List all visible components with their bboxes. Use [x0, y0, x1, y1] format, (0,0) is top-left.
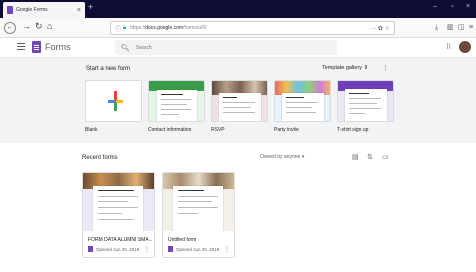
new-tab-button[interactable]: + [88, 3, 93, 12]
search-box[interactable]: 🔍︎ [115, 40, 337, 55]
tab-title: Google Forms [16, 7, 48, 13]
reload-icon[interactable]: ↻ [35, 22, 43, 31]
library-icon[interactable]: ▥ [447, 24, 454, 31]
url-bar[interactable]: ⓘ 🔒︎ https://docs.google.com/forms/u/0/ … [110, 21, 395, 35]
search-input[interactable] [135, 44, 316, 51]
minimize-icon[interactable]: – [433, 3, 437, 10]
sidebar-icon[interactable]: ◫ [458, 24, 465, 31]
url-text: https://docs.google.com/forms/u/0/ [130, 25, 207, 31]
template-blank[interactable] [85, 80, 142, 122]
close-tab-icon[interactable]: × [77, 7, 81, 14]
tab-bar: Google Forms × + – ▫ × [0, 0, 476, 18]
template-label: Blank [85, 127, 98, 133]
template-label: Contact information [148, 127, 192, 133]
template-label: Party invite [274, 127, 299, 133]
owner-filter-dropdown[interactable]: Owned by anyone ▾ [260, 154, 304, 160]
form-title: Untitled form [168, 237, 197, 243]
app-title[interactable]: Forms [45, 42, 71, 52]
recent-form-card[interactable]: FORM DATA ALUMNI SMA ... Opened Jun 25, … [82, 172, 155, 258]
opened-date: Opened Jun 25, 2019 [176, 246, 220, 252]
avatar[interactable] [459, 41, 471, 53]
plus-icon [108, 91, 123, 111]
back-icon[interactable]: ← [4, 22, 16, 34]
expand-icon: ⇕ [363, 65, 369, 71]
template-rsvp[interactable] [211, 80, 268, 122]
forms-icon [168, 246, 173, 252]
forward-icon[interactable]: → [22, 22, 31, 31]
template-section: Start a new form Template gallery ⇕ ⋮ Bl… [0, 58, 476, 143]
forms-icon [88, 246, 93, 252]
card-more-icon[interactable]: ⋮ [144, 246, 150, 253]
main-menu-icon[interactable] [17, 43, 25, 52]
forms-favicon-icon [7, 6, 13, 14]
folder-icon[interactable]: ▭ [382, 153, 389, 161]
search-icon[interactable]: 🔍︎ [121, 44, 130, 52]
form-title: FORM DATA ALUMNI SMA ... [88, 237, 152, 243]
browser-tab[interactable]: Google Forms × [3, 2, 85, 18]
lock-icon: 🔒︎ [123, 24, 127, 31]
downloads-icon[interactable]: ⤓ [435, 24, 438, 31]
form-thumbnail [83, 173, 154, 231]
maximize-icon[interactable]: ▫ [451, 3, 453, 10]
template-tshirt-signup[interactable] [337, 80, 394, 122]
templates-heading: Start a new form [86, 66, 131, 72]
card-more-icon[interactable]: ⋮ [224, 246, 230, 253]
opened-date: Opened Jun 25, 2019 [96, 246, 140, 252]
form-thumbnail [163, 173, 234, 231]
template-gallery-button[interactable]: Template gallery ⇕ [322, 65, 368, 71]
menu-icon[interactable]: ≡ [469, 24, 473, 31]
list-view-icon[interactable]: ▤ [352, 153, 359, 161]
template-party-invite[interactable] [274, 80, 331, 122]
template-contact-information[interactable] [148, 80, 205, 122]
window-close-icon[interactable]: × [466, 3, 470, 10]
recent-form-card[interactable]: Untitled form Opened Jun 25, 2019 ⋮ [162, 172, 235, 258]
app-header: Forms 🔍︎ ⠿ [0, 38, 476, 58]
recent-forms-heading: Recent forms [82, 155, 118, 161]
browser-window: Google Forms × + – ▫ × ← → ↻ ⌂ ⓘ 🔒︎ http… [0, 0, 476, 272]
google-apps-icon[interactable]: ⠿ [446, 43, 451, 51]
nav-bar: ← → ↻ ⌂ ⓘ 🔒︎ https://docs.google.com/for… [0, 18, 476, 38]
info-icon[interactable]: ⓘ [115, 24, 121, 33]
template-label: RSVP [211, 127, 225, 133]
more-options-icon[interactable]: ⋮ [382, 64, 389, 72]
page-actions-icon[interactable]: ··· ✿ ☆ [370, 25, 390, 32]
home-icon[interactable]: ⌂ [47, 22, 52, 31]
sort-icon[interactable]: ⇅ [367, 153, 373, 161]
template-label: T-shirt sign up [337, 127, 369, 133]
forms-logo-icon[interactable] [32, 41, 41, 53]
